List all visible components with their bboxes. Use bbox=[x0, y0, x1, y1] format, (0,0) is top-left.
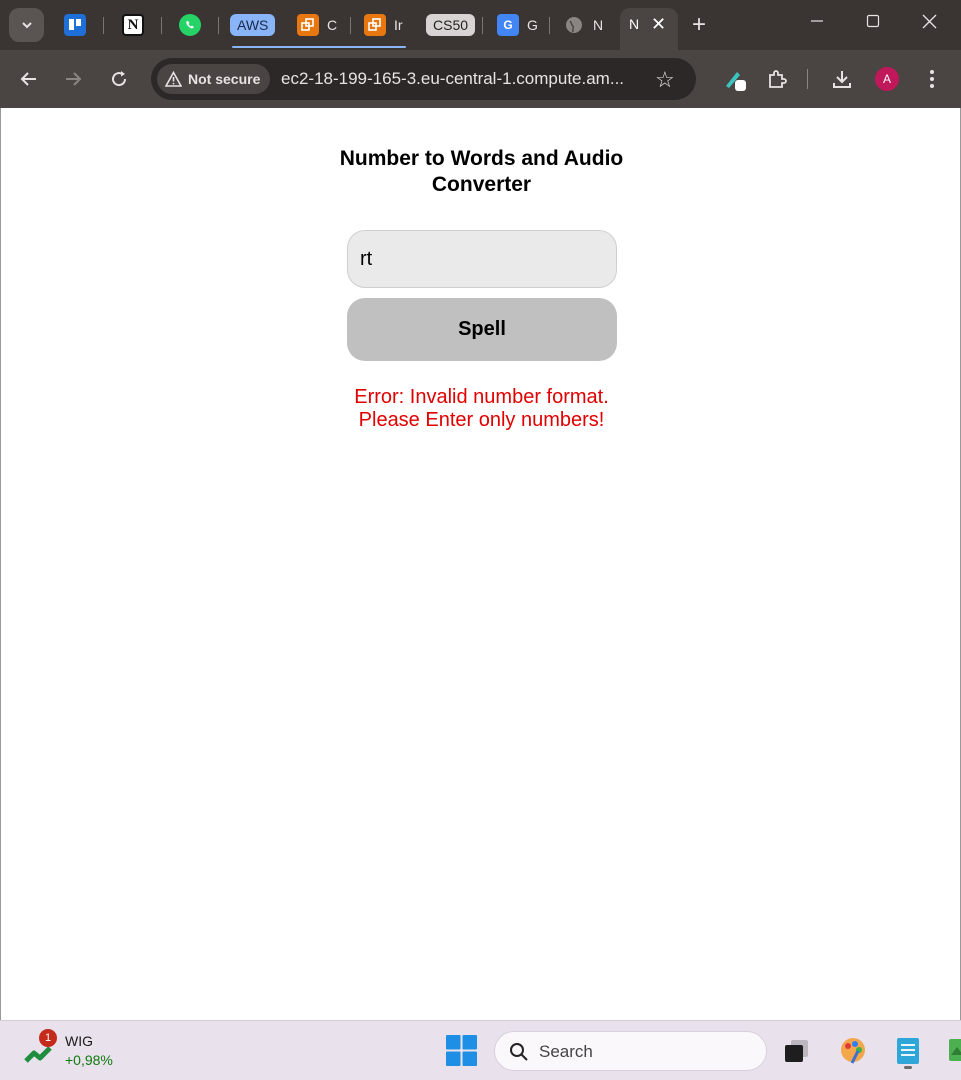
photos-icon[interactable] bbox=[947, 1035, 961, 1067]
notion-icon: N bbox=[122, 14, 144, 36]
security-label: Not secure bbox=[188, 71, 261, 87]
search-label: Search bbox=[539, 1042, 593, 1061]
number-input[interactable] bbox=[347, 230, 617, 288]
tab-notion[interactable]: N bbox=[122, 8, 162, 42]
toolbar-divider bbox=[807, 69, 808, 89]
close-window-icon[interactable] bbox=[922, 14, 937, 33]
tab-globe[interactable]: N bbox=[563, 8, 603, 42]
taskbar-search[interactable]: Search bbox=[494, 1031, 767, 1071]
notepad-icon[interactable] bbox=[893, 1035, 923, 1069]
tab-search-button[interactable] bbox=[9, 8, 44, 42]
tab-label: Ir bbox=[394, 17, 403, 33]
tab-cs50[interactable]: CS50 bbox=[426, 8, 484, 42]
close-icon[interactable]: ✕ bbox=[651, 14, 666, 35]
tab-aws-service-ir[interactable]: Ir bbox=[364, 8, 403, 42]
maximize-icon[interactable] bbox=[866, 14, 880, 32]
page-content: Number to Words and Audio Converter Spel… bbox=[0, 108, 961, 1020]
tab-label: N bbox=[629, 16, 640, 32]
tab-aws-service-c[interactable]: C bbox=[297, 8, 352, 42]
error-message: Error: Invalid number format. Please Ent… bbox=[301, 386, 662, 432]
stock-widget[interactable]: 1 WIG +0,98% bbox=[24, 1029, 124, 1073]
reload-button[interactable] bbox=[104, 64, 134, 94]
windows-start-icon[interactable] bbox=[446, 1035, 477, 1066]
aws-pill: AWS bbox=[230, 14, 276, 36]
warning-icon bbox=[165, 71, 182, 87]
pen-extension-icon[interactable] bbox=[720, 64, 750, 94]
taskbar: 1 WIG +0,98% Search bbox=[0, 1020, 961, 1080]
google-translate-icon: G bbox=[497, 14, 519, 36]
aws-service-icon bbox=[297, 14, 319, 36]
tab-label: C bbox=[327, 17, 338, 33]
bookmark-star-icon[interactable]: ☆ bbox=[655, 67, 675, 93]
tab-google-translate[interactable]: G G bbox=[497, 8, 550, 42]
new-tab-button[interactable]: + bbox=[692, 13, 706, 37]
tab-trello[interactable] bbox=[64, 8, 104, 42]
task-view-icon[interactable] bbox=[782, 1035, 812, 1067]
spell-button[interactable]: Spell bbox=[347, 298, 617, 361]
globe-icon bbox=[563, 14, 585, 36]
download-icon[interactable] bbox=[827, 64, 857, 94]
tab-active[interactable]: N ✕ bbox=[620, 8, 678, 50]
extensions-puzzle-icon[interactable] bbox=[762, 64, 792, 94]
forward-button[interactable] bbox=[58, 64, 88, 94]
url-text[interactable]: ec2-18-199-165-3.eu-central-1.compute.am… bbox=[281, 69, 624, 89]
address-bar[interactable]: Not secure ec2-18-199-165-3.eu-central-1… bbox=[151, 58, 696, 100]
aws-service-icon bbox=[364, 14, 386, 36]
search-icon bbox=[510, 1043, 528, 1061]
security-chip[interactable]: Not secure bbox=[157, 64, 271, 94]
menu-kebab-icon[interactable] bbox=[917, 64, 947, 94]
tab-whatsapp[interactable] bbox=[179, 8, 219, 42]
error-line: Please Enter only numbers! bbox=[358, 409, 605, 431]
minimize-icon[interactable] bbox=[810, 14, 824, 32]
tab-group-indicator bbox=[232, 46, 406, 48]
widget-change: +0,98% bbox=[65, 1052, 113, 1068]
tab-aws[interactable]: AWS bbox=[230, 8, 276, 42]
arrow-right-icon bbox=[66, 72, 82, 86]
whatsapp-icon bbox=[179, 14, 201, 36]
widget-name: WIG bbox=[65, 1033, 93, 1049]
trello-icon bbox=[64, 14, 86, 36]
arrow-left-icon bbox=[20, 72, 36, 86]
tab-label: N bbox=[593, 17, 604, 33]
reload-icon bbox=[112, 71, 127, 87]
cs50-pill: CS50 bbox=[426, 14, 476, 36]
notification-badge: 1 bbox=[39, 1029, 57, 1047]
back-button[interactable] bbox=[14, 64, 44, 94]
error-line: Error: Invalid number format. bbox=[354, 386, 609, 408]
page-title: Number to Words and Audio Converter bbox=[339, 147, 624, 196]
paint-icon[interactable] bbox=[838, 1035, 868, 1067]
tab-label: G bbox=[527, 17, 538, 33]
tab-strip: N AWS C Ir CS50 G G N N ✕ + bbox=[0, 0, 961, 50]
chevron-down-icon bbox=[21, 22, 32, 29]
profile-avatar[interactable]: A bbox=[875, 67, 899, 91]
